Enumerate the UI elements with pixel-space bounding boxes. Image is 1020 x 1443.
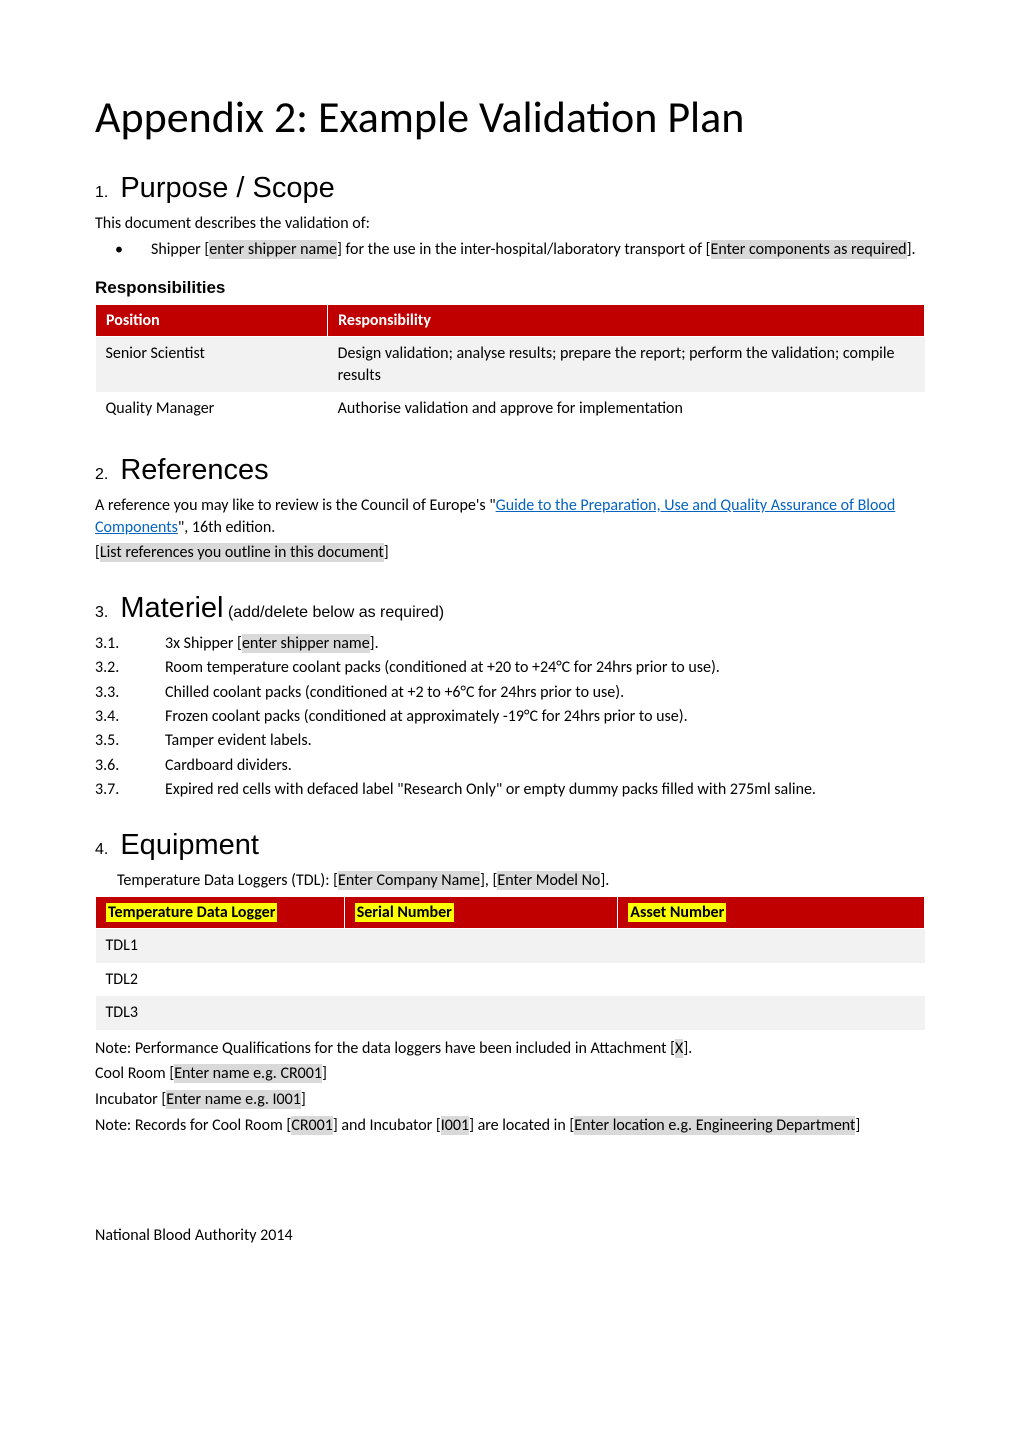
section-4-intro: Temperature Data Loggers (TDL): [Enter C… [117, 870, 925, 892]
responsibilities-table: Position Responsibility Senior Scientist… [95, 304, 925, 426]
bullet-icon: • [115, 239, 123, 261]
table-row: Quality Manager Authorise validation and… [96, 392, 925, 426]
resp-responsibility-cell: Authorise validation and approve for imp… [328, 392, 925, 426]
placeholder-cool-room: Enter name e.g. CR001 [174, 1064, 322, 1083]
section-2-heading: 2. References [95, 454, 925, 487]
placeholder-incubator: Enter name e.g. I001 [166, 1090, 301, 1109]
placeholder-shipper-name-2: enter shipper name [242, 634, 370, 653]
materiel-item-5: 3.5.Tamper evident labels. [95, 730, 925, 752]
resp-position-cell: Quality Manager [96, 392, 328, 426]
placeholder-references: List references you outline in this docu… [100, 543, 384, 562]
resp-col-position: Position [96, 305, 328, 337]
placeholder-company-name: Enter Company Name [338, 871, 480, 890]
placeholder-shipper-name: enter shipper name [209, 240, 337, 259]
placeholder-model-no: Enter Model No [497, 871, 600, 890]
eq-col-serial: Serial Number [344, 897, 618, 929]
section-2-text: A reference you may like to review is th… [95, 495, 925, 538]
table-row: TDL3 [96, 996, 925, 1030]
bullet-text: Shipper [enter shipper name] for the use… [151, 239, 925, 261]
resp-position-cell: Senior Scientist [96, 337, 328, 393]
eq-name-cell: TDL1 [96, 929, 345, 963]
section-1-title: Purpose / Scope [120, 172, 334, 204]
table-row: TDL1 [96, 929, 925, 963]
section-2-title: References [120, 454, 268, 486]
materiel-item-7: 3.7.Expired red cells with defaced label… [95, 779, 925, 801]
responsibilities-heading: Responsibilities [95, 278, 925, 298]
page-footer: National Blood Authority 2014 [95, 1226, 925, 1245]
eq-serial-cell [344, 996, 618, 1030]
eq-name-cell: TDL2 [96, 963, 345, 997]
equipment-incubator: Incubator [Enter name e.g. I001] [95, 1089, 925, 1111]
equipment-note-1: Note: Performance Qualifications for the… [95, 1038, 925, 1060]
section-1-heading: 1. Purpose / Scope [95, 172, 925, 205]
section-1-intro: This document describes the validation o… [95, 213, 925, 235]
eq-serial-cell [344, 963, 618, 997]
equipment-note-2: Note: Records for Cool Room [CR001] and … [95, 1115, 925, 1137]
section-3-subtitle: (add/delete below as required) [224, 604, 445, 621]
eq-col-logger: Temperature Data Logger [96, 897, 345, 929]
materiel-item-3: 3.3.Chilled coolant packs (conditioned a… [95, 682, 925, 704]
equipment-table: Temperature Data Logger Serial Number As… [95, 896, 925, 1030]
section-3-heading: 3. Materiel (add/delete below as required… [95, 592, 925, 625]
resp-responsibility-cell: Design validation; analyse results; prep… [328, 337, 925, 393]
section-4-heading: 4. Equipment [95, 829, 925, 862]
materiel-item-6: 3.6.Cardboard dividers. [95, 755, 925, 777]
eq-name-cell: TDL3 [96, 996, 345, 1030]
resp-col-responsibility: Responsibility [328, 305, 925, 337]
section-4-number: 4. [95, 841, 108, 858]
table-row: Senior Scientist Design validation; anal… [96, 337, 925, 393]
section-3-title: Materiel [120, 592, 223, 624]
eq-asset-cell [618, 996, 925, 1030]
placeholder-i001: I001 [441, 1116, 469, 1135]
placeholder-cr001: CR001 [291, 1116, 333, 1135]
page-title: Appendix 2: Example Validation Plan [95, 90, 925, 144]
placeholder-components: Enter components as required [711, 240, 907, 259]
materiel-item-2: 3.2.Room temperature coolant packs (cond… [95, 657, 925, 679]
eq-serial-cell [344, 929, 618, 963]
eq-asset-cell [618, 929, 925, 963]
section-2-number: 2. [95, 466, 108, 483]
table-row: TDL2 [96, 963, 925, 997]
section-3-number: 3. [95, 604, 108, 621]
eq-asset-cell [618, 963, 925, 997]
materiel-item-4: 3.4.Frozen coolant packs (conditioned at… [95, 706, 925, 728]
section-2-note: [List references you outline in this doc… [95, 542, 925, 564]
materiel-item-1: 3.1.3x Shipper [enter shipper name]. [95, 633, 925, 655]
section-1-number: 1. [95, 184, 108, 201]
section-4-title: Equipment [120, 829, 259, 861]
equipment-cool-room: Cool Room [Enter name e.g. CR001] [95, 1063, 925, 1085]
section-1-bullet: • Shipper [enter shipper name] for the u… [115, 239, 925, 261]
eq-col-asset: Asset Number [618, 897, 925, 929]
placeholder-location: Enter location e.g. Engineering Departme… [574, 1116, 855, 1135]
